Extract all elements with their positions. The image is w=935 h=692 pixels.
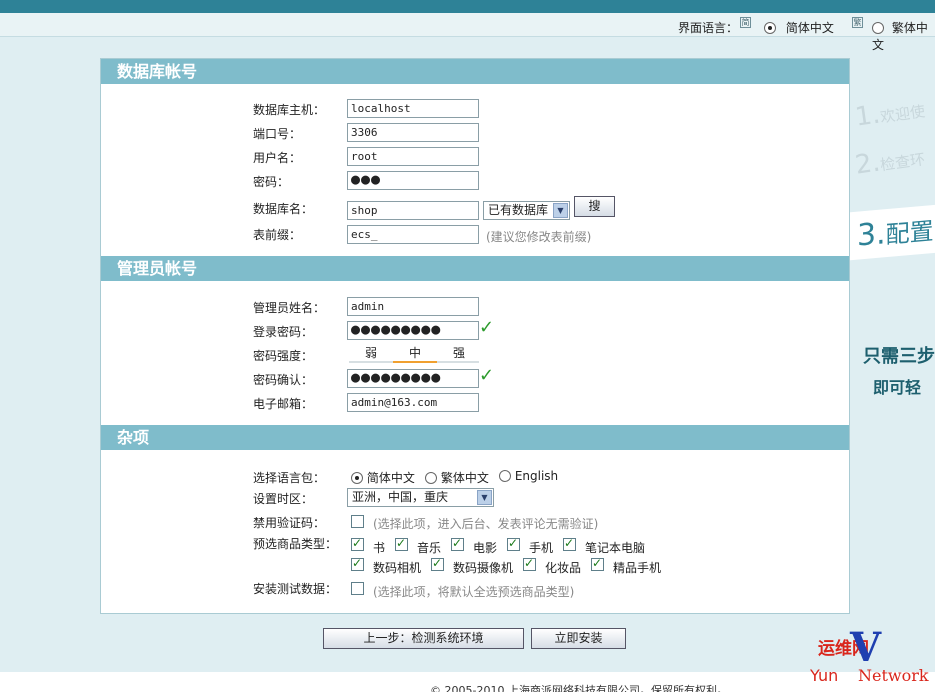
db-prefix-hint: (建议您修改表前缀) <box>486 230 592 244</box>
watermark-line-2b: Network <box>858 666 929 685</box>
captcha-hint: (选择此项，进入后台、发表评论无需验证) <box>373 517 599 531</box>
goods-label-premium-phone: 精品手机 <box>613 561 662 575</box>
strength-meter-fill <box>393 361 437 363</box>
radio-icon[interactable] <box>425 472 437 484</box>
goods-label-camcorder: 数码摄像机 <box>453 561 514 575</box>
chevron-down-icon: ▼ <box>477 490 492 505</box>
lang-option-traditional[interactable]: 繁体中文 <box>872 19 935 53</box>
search-db-button[interactable]: 搜 <box>574 196 615 217</box>
goods-label-laptop: 笔记本电脑 <box>585 541 646 555</box>
test-data-label: 安装测试数据： <box>253 582 338 596</box>
db-pass-input[interactable]: ●●● <box>347 171 479 190</box>
db-prefix-label: 表前缀： <box>253 228 302 242</box>
language-bar: 界面语言： 简 简体中文 繁 繁体中文 <box>0 13 935 52</box>
db-name-label: 数据库名： <box>253 202 314 216</box>
goods-label-cosmetics: 化妆品 <box>545 561 582 575</box>
goods-type-label: 预选商品类型： <box>253 537 338 551</box>
goods-label-movie: 电影 <box>473 541 498 555</box>
admin-name-input[interactable]: admin <box>347 297 479 316</box>
lang-pack-english[interactable]: English <box>499 469 558 483</box>
step-2: 2.检查环 <box>853 147 927 181</box>
goods-checkbox-phone[interactable] <box>507 536 520 551</box>
section-db-title: 数据库帐号 <box>101 59 849 84</box>
goods-label-phone: 手机 <box>529 541 554 555</box>
goods-checkbox-cosmetics[interactable] <box>523 556 536 571</box>
promo-line-1: 只需三步 <box>863 346 935 367</box>
test-data-hint: (选择此项，将默认全选预选商品类型) <box>373 585 575 599</box>
lang-option-simplified[interactable]: 简体中文 <box>764 19 834 36</box>
strength-medium: 中 <box>408 346 421 360</box>
steps-decoration: 1.欢迎使 2.检查环 3.配置 只需三步 即可轻 <box>849 58 935 618</box>
lang-pack-simplified[interactable]: 简体中文 <box>351 469 415 486</box>
admin-pass-input[interactable]: ●●●●●●●●● <box>347 321 479 340</box>
language-label: 界面语言： <box>678 21 739 35</box>
admin-confirm-input[interactable]: ●●●●●●●●● <box>347 369 479 388</box>
step-3-current: 3.配置 <box>849 203 935 261</box>
install-button[interactable]: 立即安装 <box>531 628 626 649</box>
db-user-label: 用户名： <box>253 151 302 165</box>
radio-icon[interactable] <box>764 22 776 34</box>
timezone-select[interactable]: 亚洲，中国，重庆 ▼ <box>347 488 494 507</box>
section-admin-title: 管理员帐号 <box>101 256 849 281</box>
admin-pass-label: 登录密码： <box>253 325 314 339</box>
radio-icon[interactable] <box>872 22 884 34</box>
admin-confirm-label: 密码确认： <box>253 373 314 387</box>
promo-line-2: 即可轻 <box>873 378 922 397</box>
watermark-logo: 运维网 V Yun Network <box>810 628 935 686</box>
prev-step-button[interactable]: 上一步：检测系统环境 <box>323 628 524 649</box>
lang-pack-traditional[interactable]: 繁体中文 <box>425 469 489 486</box>
goods-label-camera: 数码相机 <box>373 561 422 575</box>
watermark-line-2a: Yun <box>810 666 839 685</box>
confirm-valid-check-icon: ✓ <box>479 365 495 386</box>
footer: © 2005-2010 上海商派网络科技有限公司。保留所有权利。 <box>0 672 935 692</box>
copyright-text: © 2005-2010 上海商派网络科技有限公司。保留所有权利。 <box>430 684 728 692</box>
admin-email-input[interactable]: admin@163.com <box>347 393 479 412</box>
strength-meter <box>349 361 479 363</box>
db-host-label: 数据库主机： <box>253 103 326 117</box>
step-1: 1.欢迎使 <box>853 99 927 133</box>
goods-checkbox-camcorder[interactable] <box>431 556 444 571</box>
radio-icon[interactable] <box>499 470 511 482</box>
radio-icon[interactable] <box>351 472 363 484</box>
chevron-down-icon: ▼ <box>553 203 568 218</box>
traditional-flag-icon: 繁 <box>852 17 863 28</box>
db-port-label: 端口号： <box>253 127 302 141</box>
db-host-input[interactable]: localhost <box>347 99 479 118</box>
top-bar <box>0 0 935 13</box>
strength-weak: 弱 <box>364 346 377 360</box>
test-data-checkbox[interactable] <box>351 582 364 595</box>
captcha-checkbox[interactable] <box>351 515 364 528</box>
goods-checkbox-camera[interactable] <box>351 556 364 571</box>
goods-checkbox-premium-phone[interactable] <box>591 556 604 571</box>
admin-name-label: 管理员姓名： <box>253 301 326 315</box>
strength-strong: 强 <box>452 346 465 360</box>
goods-checkbox-movie[interactable] <box>451 536 464 551</box>
db-prefix-input[interactable]: ecs_ <box>347 225 479 244</box>
existing-db-select[interactable]: 已有数据库 ▼ <box>483 201 570 220</box>
timezone-label: 设置时区： <box>253 492 314 506</box>
goods-checkbox-book[interactable] <box>351 536 364 551</box>
db-user-input[interactable]: root <box>347 147 479 166</box>
install-form-panel: 数据库帐号 数据库主机： localhost 端口号： 3306 用户名： ro… <box>100 58 850 614</box>
goods-checkbox-music[interactable] <box>395 536 408 551</box>
admin-email-label: 电子邮箱： <box>253 397 314 411</box>
pass-valid-check-icon: ✓ <box>479 317 495 338</box>
strength-label: 密码强度： <box>253 349 314 363</box>
lang-pack-label: 选择语言包： <box>253 471 326 485</box>
db-name-input[interactable]: shop <box>347 201 479 220</box>
section-misc-title: 杂项 <box>101 425 849 450</box>
simplified-flag-icon: 简 <box>740 17 751 28</box>
goods-checkbox-laptop[interactable] <box>563 536 576 551</box>
goods-label-book: 书 <box>373 541 386 555</box>
captcha-label: 禁用验证码： <box>253 516 326 530</box>
watermark-v-mark: V <box>850 624 882 671</box>
db-pass-label: 密码： <box>253 175 290 189</box>
db-port-input[interactable]: 3306 <box>347 123 479 142</box>
goods-label-music: 音乐 <box>417 541 442 555</box>
